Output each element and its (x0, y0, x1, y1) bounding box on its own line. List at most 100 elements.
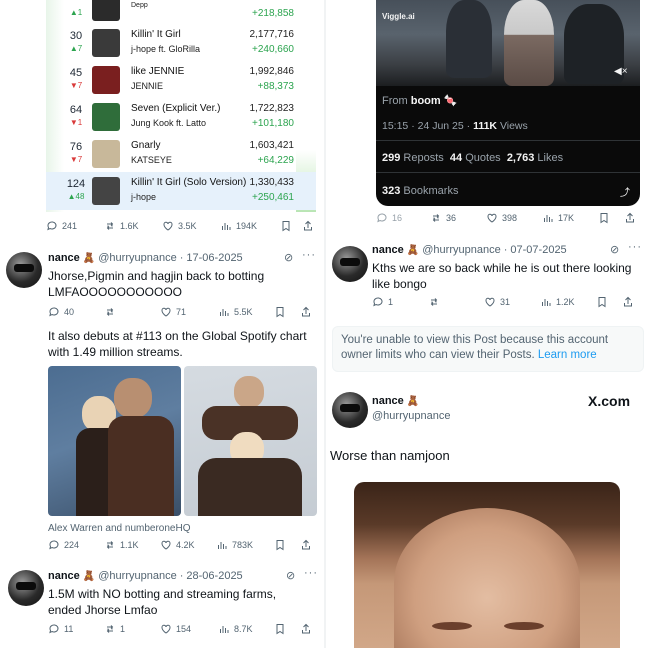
rank-change: ▼7 (69, 155, 83, 164)
video-post-actions: 16 36 398 17K (376, 212, 646, 224)
bookmark-button[interactable] (280, 220, 302, 232)
share-icon[interactable]: ⤴ (620, 184, 630, 199)
learn-more-link[interactable]: Learn more (538, 349, 597, 361)
repost-button[interactable] (104, 306, 160, 318)
grok-icon[interactable]: ⊘ (286, 569, 295, 582)
quotes-stat[interactable]: 44 (450, 152, 462, 164)
more-options-icon[interactable]: ··· (302, 249, 316, 261)
user-handle[interactable]: @hurryupnance (372, 410, 450, 422)
photo-left[interactable] (48, 366, 181, 516)
likes-stat[interactable]: 2,763 (507, 152, 535, 164)
tweet-header: nance 🧸 (372, 395, 419, 407)
share-icon (300, 623, 312, 635)
display-name[interactable]: nance (372, 395, 404, 407)
reply-button[interactable]: 224 (48, 539, 104, 551)
chart-rank: 64 (69, 104, 83, 116)
bookmark-icon (274, 306, 286, 318)
views-button[interactable]: 194K (220, 220, 280, 232)
chart-row: 30 ▲7 Killin' It Girl j-hope ft. GloRilla 2,… (46, 24, 316, 62)
bookmark-button[interactable] (274, 539, 300, 551)
views-button[interactable]: 1.2K (540, 296, 596, 308)
like-button[interactable]: 71 (160, 306, 218, 318)
heart-icon (160, 539, 172, 551)
views-button[interactable]: 17K (542, 212, 598, 224)
grok-icon[interactable]: ⊘ (284, 251, 293, 264)
share-button[interactable] (622, 296, 634, 308)
views-button[interactable]: 8.7K (218, 623, 274, 635)
avatar[interactable] (332, 392, 368, 428)
x-logo-site[interactable]: X.com (588, 393, 630, 409)
post-date[interactable]: · 28-06-2025 (180, 570, 243, 582)
left-column: ▲1The Weeknd with JENNIE, Lily-RoseDepp+… (0, 0, 324, 648)
avatar[interactable] (8, 570, 44, 606)
repost-button[interactable]: 1 (104, 623, 160, 635)
bookmark-button[interactable] (274, 306, 300, 318)
share-button[interactable] (300, 306, 312, 318)
repost-button[interactable]: 36 (430, 212, 486, 224)
user-handle[interactable]: @hurryupnance (422, 244, 500, 256)
bookmark-button[interactable] (274, 623, 300, 635)
display-name[interactable]: nance (48, 570, 80, 582)
candy-icon: 🍬 (443, 95, 458, 107)
bookmark-button[interactable] (598, 212, 624, 224)
chart-row: ▲1The Weeknd with JENNIE, Lily-RoseDepp+… (46, 0, 316, 26)
rank-change: ▲1 (69, 8, 83, 17)
reply-button[interactable]: 1 (372, 296, 428, 308)
display-name[interactable]: nance (48, 252, 80, 264)
repost-button[interactable]: 1.1K (104, 539, 160, 551)
repost-count: 1 (120, 624, 126, 634)
more-options-icon[interactable]: ··· (628, 241, 642, 253)
user-handle[interactable]: @hurryupnance (98, 570, 176, 582)
stream-gain: +101,180 (252, 118, 294, 129)
post-date[interactable]: · 07-07-2025 (504, 244, 567, 256)
tweet-text: Worse than namjoon (330, 448, 450, 463)
photo-right[interactable] (184, 366, 317, 516)
grok-icon[interactable]: ⊘ (610, 243, 619, 256)
video-card[interactable]: Viggle.ai ◀× From boom 🍬 15:15 · 24 Jun … (376, 0, 640, 206)
teddy-bear-icon: 🧸 (406, 244, 420, 256)
bookmark-button[interactable] (596, 296, 622, 308)
display-name[interactable]: nance (372, 244, 404, 256)
more-options-icon[interactable]: ··· (304, 567, 318, 579)
like-button[interactable]: 3.5K (162, 220, 220, 232)
share-button[interactable] (300, 539, 312, 551)
repost-count: 1.1K (120, 540, 139, 550)
avatar[interactable] (6, 252, 42, 288)
share-button[interactable] (300, 623, 312, 635)
post-date[interactable]: · 17-06-2025 (180, 252, 243, 264)
face-photo[interactable] (354, 482, 620, 648)
share-button[interactable] (302, 220, 314, 232)
like-button[interactable]: 4.2K (160, 539, 216, 551)
reposts-stat[interactable]: 299 (382, 152, 400, 164)
repost-count: 36 (446, 213, 457, 223)
rank-change: ▲7 (69, 44, 83, 53)
stream-gain: +88,373 (257, 81, 294, 92)
reply-count: 241 (62, 221, 78, 231)
reply-button[interactable]: 40 (48, 306, 104, 318)
avatar[interactable] (332, 246, 368, 282)
post-spotify-debut[interactable]: It also debuts at #113 on the Global Spo… (0, 326, 324, 556)
like-button[interactable]: 154 (160, 623, 218, 635)
from-user[interactable]: boom (411, 95, 441, 107)
tweet-nance-3[interactable]: nance 🧸 @hurryupnance · 28-06-2025 ⊘ ···… (0, 566, 324, 648)
repost-button[interactable]: 1.6K (104, 220, 162, 232)
video-frame[interactable]: Viggle.ai ◀× (376, 0, 640, 86)
tweet-header: nance 🧸 @hurryupnance · 17-06-2025 (48, 252, 243, 264)
tweet-nance-4[interactable]: nance 🧸 @hurryupnance X.com Worse than n… (326, 390, 648, 648)
views-button[interactable]: 5.5K (218, 306, 274, 318)
reply-button[interactable]: 241 (46, 220, 104, 232)
user-handle[interactable]: @hurryupnance (98, 252, 176, 264)
like-button[interactable]: 398 (486, 212, 542, 224)
bookmarks-stat[interactable]: 323 Bookmarks (382, 185, 458, 197)
mute-icon[interactable]: ◀× (614, 66, 628, 77)
reply-button[interactable]: 11 (48, 623, 104, 635)
heart-icon (162, 220, 174, 232)
repost-button[interactable] (428, 296, 484, 308)
reply-button[interactable]: 16 (376, 212, 430, 224)
like-button[interactable]: 31 (484, 296, 540, 308)
stream-gain: +240,660 (252, 44, 294, 55)
tweet-nance-1[interactable]: nance 🧸 @hurryupnance · 17-06-2025 ⊘ ···… (0, 248, 324, 324)
tweet-nance-2[interactable]: nance 🧸 @hurryupnance · 07-07-2025 ⊘ ···… (326, 240, 648, 322)
share-button[interactable] (624, 212, 636, 224)
views-button[interactable]: 783K (216, 539, 274, 551)
